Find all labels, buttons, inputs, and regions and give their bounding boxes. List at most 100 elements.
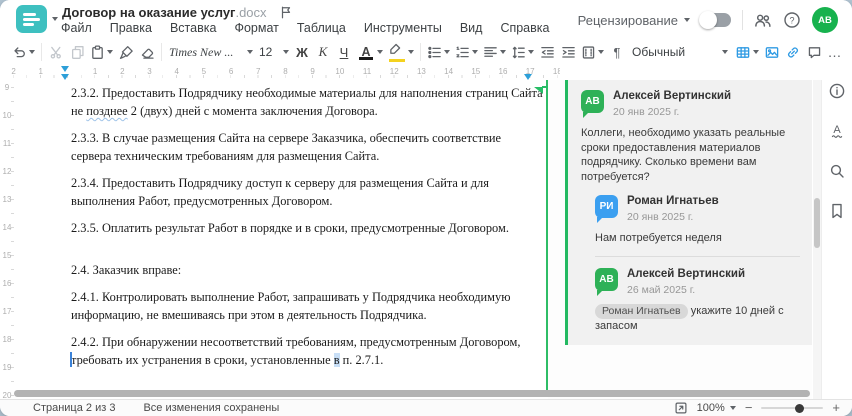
comment-text: Коллеги, необходимо указать реальные сро… — [581, 127, 786, 183]
comment-date: 20 янв 2025 г. — [613, 106, 680, 118]
bookmark-icon[interactable] — [828, 202, 846, 220]
svg-text:?: ? — [789, 15, 794, 25]
bold-button[interactable]: Ж — [292, 45, 312, 60]
ruler-number: 13 — [2, 195, 12, 204]
document-title: Договор на оказание услуг — [62, 5, 236, 20]
vertical-ruler: 9 10 11 12 13 14 15 16 17 18 19 20 — [0, 80, 15, 399]
comment-reply[interactable]: АВ Алексей Вертинский 26 май 2025 г. Ром… — [595, 267, 800, 334]
info-icon[interactable] — [828, 82, 846, 100]
highlight-color-bar — [389, 59, 405, 62]
ruler-number: 16 — [2, 279, 12, 288]
collaboration-users-icon[interactable] — [754, 12, 772, 29]
save-status: Все изменения сохранены — [143, 402, 280, 414]
undo-button[interactable] — [10, 41, 37, 63]
flag-icon[interactable] — [279, 5, 293, 20]
clear-format-button[interactable] — [137, 41, 157, 63]
menu-item[interactable]: Справка — [500, 21, 549, 35]
insert-table-button[interactable] — [733, 41, 761, 63]
help-icon[interactable]: ? — [783, 11, 801, 29]
ruler-number: 11 — [362, 67, 372, 76]
user-avatar[interactable]: АВ — [812, 7, 838, 33]
underline-button[interactable]: Ч — [334, 45, 354, 60]
paste-button[interactable] — [88, 41, 115, 63]
zoom-slider-knob[interactable] — [795, 403, 805, 413]
formatting-marks-button[interactable]: ¶ — [614, 45, 621, 60]
font-color-button[interactable]: А — [355, 41, 385, 63]
horizontal-scrollbar[interactable] — [14, 390, 810, 397]
paragraph-style-value: Обычный — [632, 45, 686, 59]
menu-item[interactable]: Формат — [234, 21, 278, 35]
increase-indent-button[interactable] — [558, 41, 578, 63]
undo-icon — [14, 46, 25, 57]
app-window: Договор на оказание услуг .docx Файл Прав… — [0, 0, 852, 416]
menu-item[interactable]: Вид — [460, 21, 483, 35]
comment-header: АВ Алексей Вертинский 20 янв 2025 г. — [581, 90, 800, 118]
font-family-value: Times New ... — [169, 44, 234, 59]
numbered-list-button[interactable] — [453, 41, 480, 63]
menu-item[interactable]: Файл — [61, 21, 92, 35]
paragraph-style-select[interactable]: Обычный — [628, 45, 732, 59]
font-family-select[interactable]: Times New ... — [166, 45, 256, 60]
fit-page-icon[interactable] — [674, 401, 688, 415]
menu-item[interactable]: Инструменты — [364, 21, 442, 35]
comment-anchor-icon — [534, 87, 543, 94]
menu-bar: Файл Правка Вставка Формат Таблица Инструмент… — [61, 21, 549, 35]
more-tools-button[interactable]: … — [828, 44, 843, 60]
cut-button[interactable] — [46, 41, 66, 63]
chevron-down-icon — [107, 50, 113, 54]
zoom-out-button[interactable]: − — [745, 401, 753, 414]
app-menu-caret-icon[interactable] — [52, 17, 58, 21]
font-size-select[interactable]: 12 — [257, 45, 291, 59]
zoom-level-dropdown[interactable]: 100% — [697, 402, 736, 414]
copy-icon — [71, 45, 84, 59]
review-mode-dropdown[interactable]: Рецензирование — [578, 13, 690, 28]
menu-item[interactable]: Правка — [110, 21, 152, 35]
comment-replies: РИ Роман Игнатьев 20 янв 2025 г. Нам пот… — [595, 195, 800, 333]
paste-icon — [92, 44, 103, 59]
first-line-indent-marker[interactable] — [61, 66, 69, 72]
ruler-number: 15 — [2, 251, 12, 260]
bullet-list-button[interactable] — [425, 41, 452, 63]
review-toggle[interactable] — [699, 11, 731, 29]
table-icon — [736, 46, 750, 58]
spellcheck-icon[interactable]: А — [828, 122, 846, 140]
decrease-indent-button[interactable] — [537, 41, 557, 63]
header: Договор на оказание услуг .docx Файл Прав… — [0, 0, 852, 38]
comment-avatar: РИ — [595, 195, 618, 223]
menu-item[interactable]: Вставка — [170, 21, 216, 35]
search-icon[interactable] — [828, 162, 846, 180]
app-logo-icon[interactable] — [16, 5, 47, 33]
ruler-number: 3 — [147, 67, 152, 76]
vertical-scrollbar[interactable] — [813, 80, 821, 399]
comment-reply[interactable]: РИ Роман Игнатьев 20 янв 2025 г. Нам пот… — [595, 195, 800, 246]
comment-date: 20 янв 2025 г. — [627, 211, 694, 223]
insert-link-button[interactable] — [783, 41, 803, 63]
review-mode-label: Рецензирование — [577, 12, 678, 28]
divider — [161, 43, 162, 61]
highlight-color-button[interactable] — [386, 41, 416, 63]
comment-avatar: АВ — [595, 267, 618, 296]
document-text-area[interactable]: 2.3.2. Предоставить Подрядчику необходим… — [71, 84, 543, 378]
svg-text:А: А — [833, 124, 841, 136]
divider — [420, 43, 421, 61]
chevron-down-icon — [722, 50, 728, 54]
zoom-in-button[interactable]: + — [832, 401, 840, 414]
menu-item[interactable]: Таблица — [297, 21, 346, 35]
ruler-number: 7 — [256, 67, 261, 76]
insert-image-button[interactable] — [762, 41, 782, 63]
align-button[interactable] — [481, 41, 508, 63]
italic-button[interactable]: К — [313, 44, 333, 60]
scrollbar-thumb[interactable] — [814, 198, 820, 248]
insert-comment-button[interactable] — [804, 41, 824, 63]
ruler-number: 15 — [471, 67, 481, 76]
ruler-number: 20 — [2, 391, 12, 399]
line-spacing-button[interactable] — [509, 41, 536, 63]
chevron-down-icon — [283, 50, 289, 54]
zoom-slider[interactable] — [761, 403, 824, 413]
decrease-indent-icon — [540, 46, 554, 58]
page-margins-button[interactable] — [579, 41, 606, 63]
ruler-number: 11 — [2, 139, 12, 148]
copy-button[interactable] — [67, 41, 87, 63]
format-painter-button[interactable] — [116, 41, 136, 63]
comment-thread-card[interactable]: АВ Алексей Вертинский 20 янв 2025 г. Кол… — [565, 80, 812, 345]
